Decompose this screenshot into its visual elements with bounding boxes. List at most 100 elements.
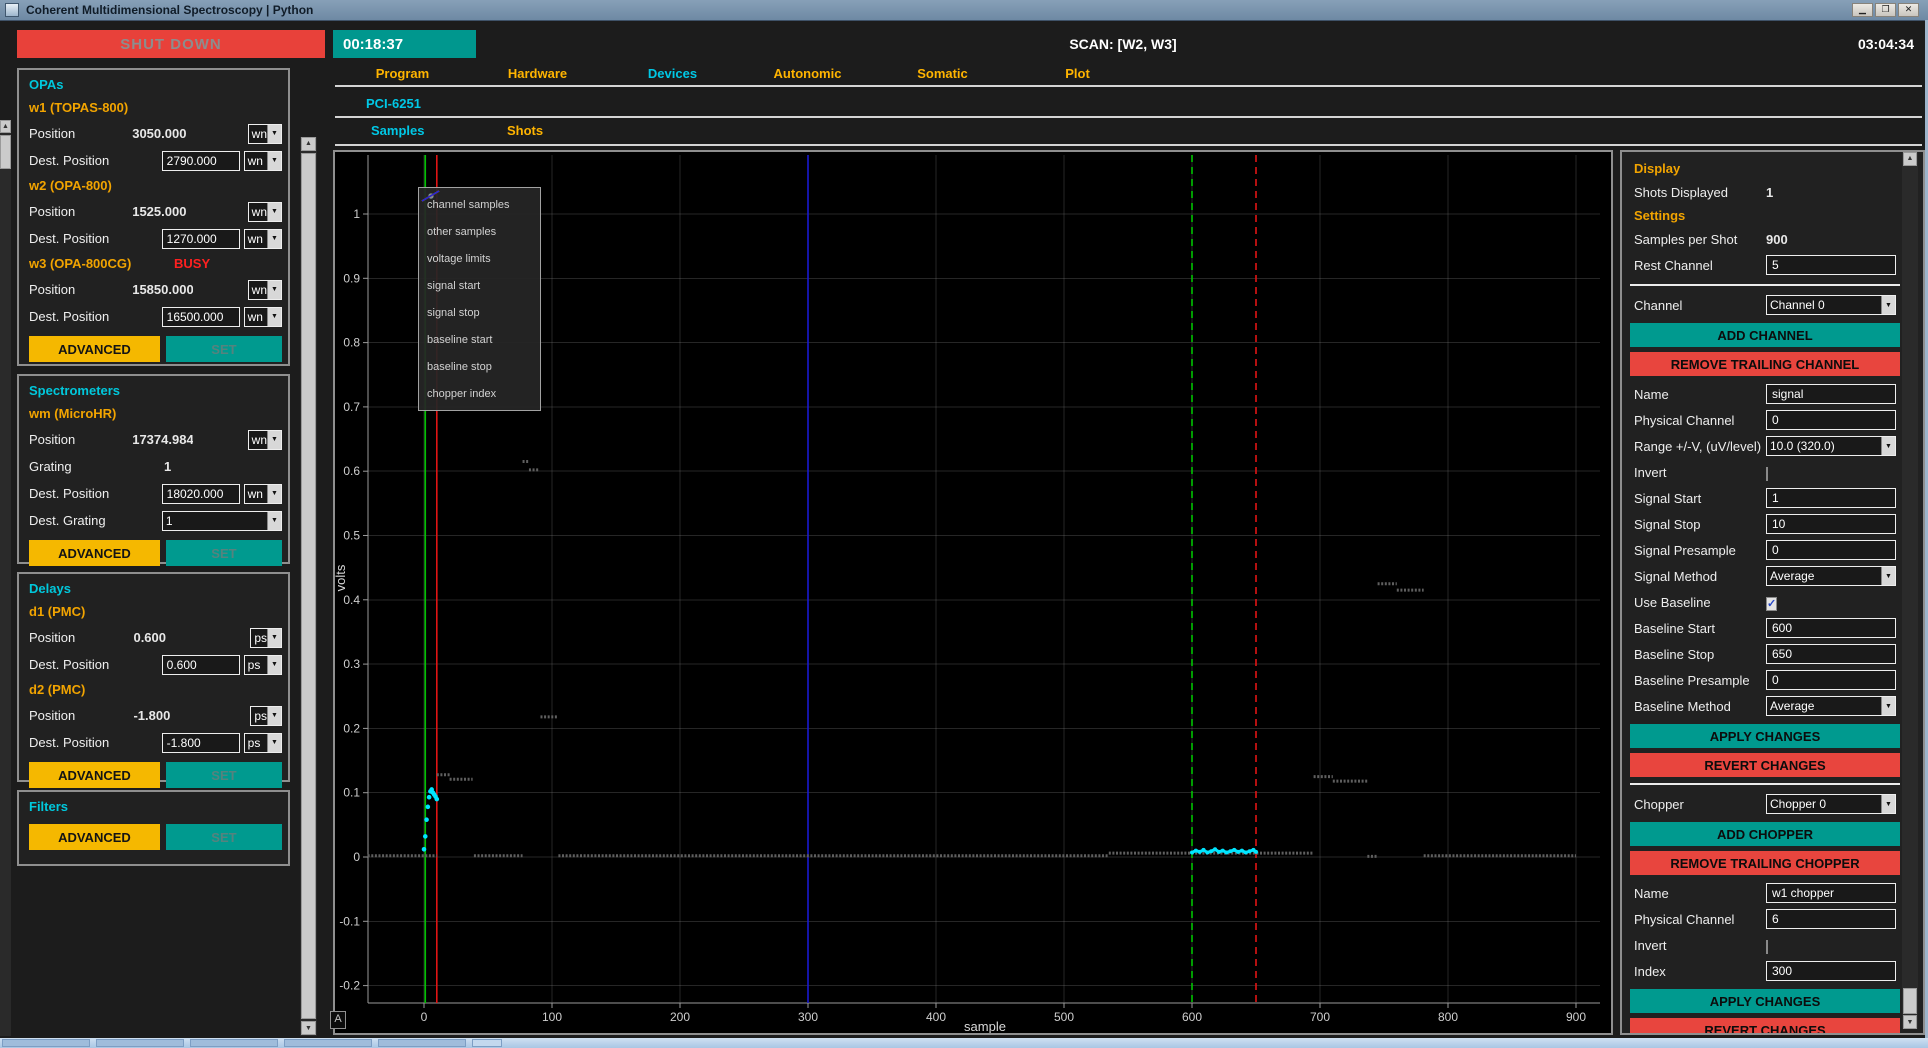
chevron-down-icon[interactable] bbox=[1881, 795, 1895, 813]
opas-set-button[interactable]: SET bbox=[166, 336, 282, 362]
chopper-apply-changes-button[interactable]: APPLY CHANGES bbox=[1630, 989, 1900, 1013]
chevron-down-icon[interactable] bbox=[267, 281, 281, 299]
w3-dest-units-select[interactable]: wn bbox=[244, 307, 282, 327]
shutdown-button[interactable]: SHUT DOWN bbox=[17, 30, 325, 58]
chevron-down-icon[interactable] bbox=[267, 485, 281, 503]
signal-start-input[interactable] bbox=[1766, 488, 1896, 508]
taskbar-button[interactable] bbox=[190, 1039, 278, 1047]
chopper-invert-checkbox[interactable] bbox=[1766, 940, 1768, 954]
close-button[interactable] bbox=[1898, 3, 1919, 17]
d1-units-select[interactable]: ps bbox=[250, 628, 282, 648]
tab-somatic[interactable]: Somatic bbox=[875, 66, 1010, 81]
wm-units-select[interactable]: wn bbox=[248, 430, 282, 450]
chevron-down-icon[interactable] bbox=[267, 707, 281, 725]
remove-trailing-chopper-button[interactable]: REMOVE TRAILING CHOPPER bbox=[1630, 851, 1900, 875]
chevron-down-icon[interactable] bbox=[267, 125, 281, 143]
filters-advanced-button[interactable]: ADVANCED bbox=[29, 824, 160, 850]
taskbar-button[interactable] bbox=[284, 1039, 372, 1047]
physical-channel-input[interactable] bbox=[1766, 410, 1896, 430]
taskbar-button[interactable] bbox=[472, 1039, 502, 1047]
w3-dest-input[interactable] bbox=[162, 307, 240, 327]
delays-advanced-button[interactable]: ADVANCED bbox=[29, 762, 160, 788]
wm-dest-units-select[interactable]: wn bbox=[244, 484, 282, 504]
tab-shots[interactable]: Shots bbox=[507, 123, 543, 138]
baseline-presample-input[interactable] bbox=[1766, 670, 1896, 690]
scroll-down-icon[interactable]: ▼ bbox=[1903, 1015, 1917, 1029]
device-name[interactable]: PCI-6251 bbox=[366, 96, 421, 111]
chevron-down-icon[interactable] bbox=[267, 431, 281, 449]
w2-dest-input[interactable] bbox=[162, 229, 240, 249]
chevron-down-icon[interactable] bbox=[267, 656, 281, 674]
tab-plot[interactable]: Plot bbox=[1010, 66, 1145, 81]
range-select[interactable]: 10.0 (320.0) bbox=[1766, 436, 1896, 456]
w2-dest-units-select[interactable]: wn bbox=[244, 229, 282, 249]
plot-legend[interactable]: channel samplesother samplesvoltage limi… bbox=[418, 187, 541, 411]
maximize-button[interactable] bbox=[1875, 3, 1896, 17]
w2-units-select[interactable]: wn bbox=[248, 202, 282, 222]
use-baseline-checkbox[interactable] bbox=[1766, 597, 1777, 611]
add-channel-button[interactable]: ADD CHANNEL bbox=[1630, 323, 1900, 347]
delays-set-button[interactable]: SET bbox=[166, 762, 282, 788]
w1-dest-input[interactable] bbox=[162, 151, 240, 171]
invert-checkbox[interactable] bbox=[1766, 467, 1768, 481]
add-chopper-button[interactable]: ADD CHOPPER bbox=[1630, 822, 1900, 846]
tab-program[interactable]: Program bbox=[335, 66, 470, 81]
revert-changes-button[interactable]: REVERT CHANGES bbox=[1630, 753, 1900, 777]
scrollbar-thumb[interactable] bbox=[0, 135, 11, 169]
signal-stop-input[interactable] bbox=[1766, 514, 1896, 534]
taskbar-button[interactable] bbox=[2, 1039, 90, 1047]
taskbar[interactable] bbox=[0, 1038, 1928, 1048]
scroll-up-icon[interactable]: ▲ bbox=[0, 120, 11, 133]
chopper-select[interactable]: Chopper 0 bbox=[1766, 794, 1896, 814]
remove-trailing-channel-button[interactable]: REMOVE TRAILING CHANNEL bbox=[1630, 352, 1900, 376]
w1-units-select[interactable]: wn bbox=[248, 124, 282, 144]
rest-channel-input[interactable] bbox=[1766, 255, 1896, 275]
chevron-down-icon[interactable] bbox=[1881, 567, 1895, 585]
settings-scrollbar[interactable]: ▲ ▼ bbox=[1902, 152, 1918, 1029]
chopper-index-input[interactable] bbox=[1766, 961, 1896, 981]
scroll-up-icon[interactable]: ▲ bbox=[301, 137, 316, 151]
d2-units-select[interactable]: ps bbox=[250, 706, 282, 726]
chopper-name-input[interactable] bbox=[1766, 883, 1896, 903]
wm-dest-input[interactable] bbox=[162, 484, 240, 504]
channel-select[interactable]: Channel 0 bbox=[1766, 295, 1896, 315]
tab-hardware[interactable]: Hardware bbox=[470, 66, 605, 81]
main-scrollbar[interactable]: ▲ ▼ bbox=[300, 137, 317, 1036]
d1-dest-units-select[interactable]: ps bbox=[244, 655, 282, 675]
baseline-start-input[interactable] bbox=[1766, 618, 1896, 638]
chevron-down-icon[interactable] bbox=[1881, 296, 1895, 314]
signal-presample-input[interactable] bbox=[1766, 540, 1896, 560]
spectrometers-advanced-button[interactable]: ADVANCED bbox=[29, 540, 160, 566]
scroll-up-icon[interactable]: ▲ bbox=[1903, 152, 1917, 166]
apply-changes-button[interactable]: APPLY CHANGES bbox=[1630, 724, 1900, 748]
w3-units-select[interactable]: wn bbox=[248, 280, 282, 300]
wm-dest-grating-select[interactable]: 1 bbox=[162, 511, 282, 531]
left-scrollbar[interactable]: ▲ bbox=[0, 120, 11, 1036]
filters-set-button[interactable]: SET bbox=[166, 824, 282, 850]
chevron-down-icon[interactable] bbox=[267, 152, 281, 170]
chopper-revert-changes-button[interactable]: REVERT CHANGES bbox=[1630, 1018, 1900, 1035]
scroll-down-icon[interactable]: ▼ bbox=[301, 1021, 316, 1035]
chevron-down-icon[interactable] bbox=[267, 512, 281, 530]
chevron-down-icon[interactable] bbox=[267, 230, 281, 248]
spectrometers-set-button[interactable]: SET bbox=[166, 540, 282, 566]
taskbar-button[interactable] bbox=[96, 1039, 184, 1047]
d2-dest-input[interactable] bbox=[162, 733, 240, 753]
taskbar-button[interactable] bbox=[378, 1039, 466, 1047]
scrollbar-thumb[interactable] bbox=[1903, 988, 1917, 1014]
tab-samples[interactable]: Samples bbox=[371, 123, 424, 138]
d1-dest-input[interactable] bbox=[162, 655, 240, 675]
minimize-button[interactable] bbox=[1852, 3, 1873, 17]
channel-name-input[interactable] bbox=[1766, 384, 1896, 404]
chevron-down-icon[interactable] bbox=[1881, 697, 1895, 715]
chevron-down-icon[interactable] bbox=[267, 308, 281, 326]
chevron-down-icon[interactable] bbox=[267, 734, 281, 752]
baseline-stop-input[interactable] bbox=[1766, 644, 1896, 664]
autoscale-button[interactable]: A bbox=[330, 1011, 346, 1029]
chevron-down-icon[interactable] bbox=[267, 203, 281, 221]
signal-method-select[interactable]: Average bbox=[1766, 566, 1896, 586]
baseline-method-select[interactable]: Average bbox=[1766, 696, 1896, 716]
scrollbar-thumb[interactable] bbox=[301, 153, 316, 1019]
chevron-down-icon[interactable] bbox=[267, 629, 281, 647]
w1-dest-units-select[interactable]: wn bbox=[244, 151, 282, 171]
